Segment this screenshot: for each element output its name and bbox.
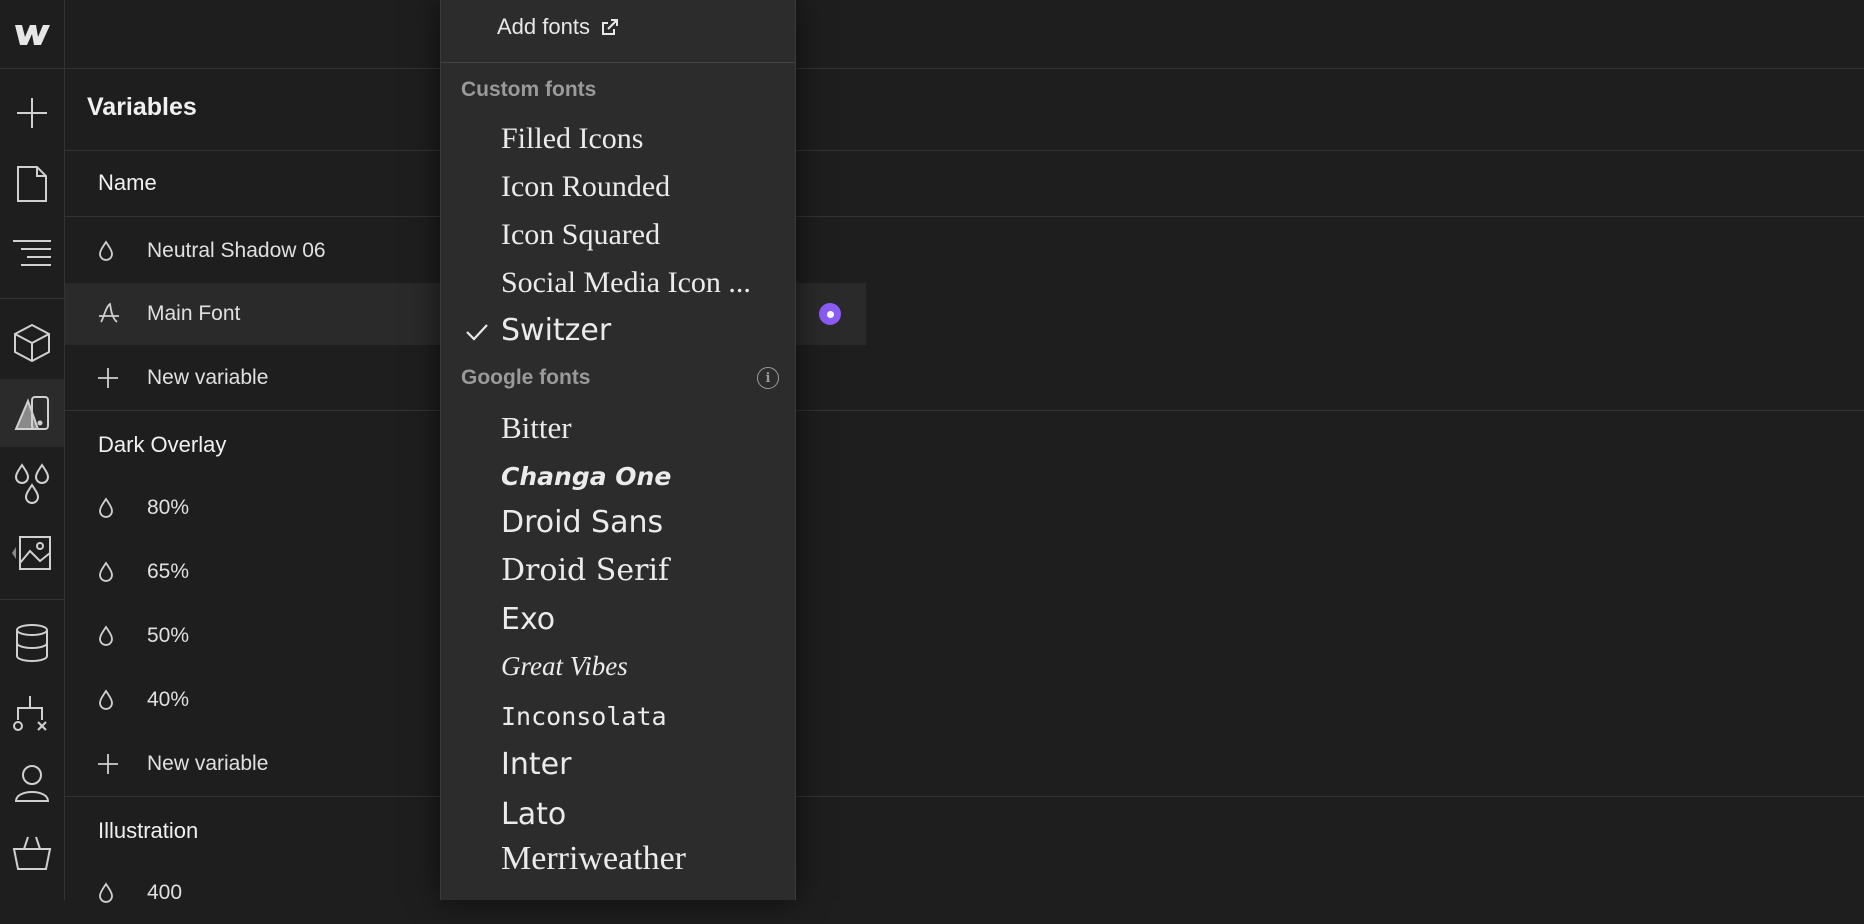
variable-label: New variable bbox=[147, 752, 269, 775]
font-option[interactable]: Lato bbox=[501, 797, 566, 832]
font-option-selected[interactable]: Switzer bbox=[501, 313, 611, 348]
drop-icon bbox=[97, 882, 145, 904]
font-dropdown-menu: Add fonts Custom fonts Filled Icons Icon… bbox=[440, 0, 796, 900]
bound-variable-indicator[interactable] bbox=[819, 303, 841, 325]
drop-icon bbox=[97, 240, 145, 262]
variable-label: Main Font bbox=[147, 302, 241, 325]
font-option[interactable]: Exo bbox=[501, 602, 555, 637]
drop-icon bbox=[97, 689, 145, 711]
font-icon bbox=[97, 302, 145, 326]
variable-label: 80% bbox=[147, 496, 190, 519]
name-column-header: Name bbox=[98, 170, 157, 195]
info-icon[interactable]: i bbox=[757, 367, 779, 389]
variable-label: 65% bbox=[147, 560, 190, 583]
panel-title: Variables bbox=[87, 93, 197, 121]
drop-icon bbox=[97, 561, 145, 583]
left-icon-rail bbox=[0, 0, 65, 900]
variable-label: 400 bbox=[147, 881, 183, 904]
variable-label: Neutral Shadow 06 bbox=[147, 239, 326, 262]
custom-fonts-header: Custom fonts bbox=[461, 78, 597, 101]
external-link-icon bbox=[601, 19, 618, 35]
drop-icon bbox=[97, 497, 145, 519]
font-option[interactable]: Droid Serif bbox=[501, 553, 669, 588]
users-icon[interactable] bbox=[0, 749, 64, 817]
variable-label: 50% bbox=[147, 624, 190, 647]
add-icon[interactable] bbox=[0, 79, 64, 147]
add-fonts-link[interactable]: Add fonts bbox=[497, 14, 620, 40]
plus-icon bbox=[97, 753, 145, 775]
group-title[interactable]: Dark Overlay bbox=[98, 432, 226, 458]
font-option[interactable]: Droid Sans bbox=[501, 505, 663, 540]
font-option[interactable]: Inter bbox=[501, 747, 571, 782]
font-option[interactable]: Icon Squared bbox=[501, 218, 660, 252]
components-icon[interactable] bbox=[0, 309, 64, 377]
colors-icon[interactable] bbox=[0, 449, 64, 517]
assets-icon[interactable] bbox=[0, 519, 64, 587]
logic-icon[interactable] bbox=[0, 680, 64, 748]
font-option[interactable]: Icon Rounded bbox=[501, 170, 670, 204]
drop-icon bbox=[97, 625, 145, 647]
font-option[interactable]: Inconsolata bbox=[501, 702, 667, 731]
top-bar bbox=[65, 0, 1864, 69]
font-option[interactable]: Filled Icons bbox=[501, 122, 644, 156]
add-fonts-label: Add fonts bbox=[497, 14, 590, 39]
cms-icon[interactable] bbox=[0, 609, 64, 677]
font-option[interactable]: Bitter bbox=[501, 410, 572, 446]
style-variables-icon[interactable] bbox=[0, 379, 64, 447]
navigator-icon[interactable] bbox=[0, 219, 64, 287]
variable-label: New variable bbox=[147, 366, 269, 389]
plus-icon bbox=[97, 367, 145, 389]
variable-label: 40% bbox=[147, 688, 190, 711]
google-fonts-header: Google fonts bbox=[461, 366, 591, 389]
font-option[interactable]: Merriweather bbox=[501, 840, 686, 878]
pages-icon[interactable] bbox=[0, 150, 64, 218]
group-title[interactable]: Illustration bbox=[98, 818, 198, 844]
font-option[interactable]: Great Vibes bbox=[501, 651, 628, 682]
checkmark-icon bbox=[465, 322, 489, 347]
webflow-logo-icon[interactable] bbox=[0, 0, 64, 69]
font-option[interactable]: Changa One bbox=[501, 462, 671, 491]
font-option[interactable]: Social Media Icon ... bbox=[501, 266, 751, 300]
ecommerce-icon[interactable] bbox=[0, 819, 64, 887]
